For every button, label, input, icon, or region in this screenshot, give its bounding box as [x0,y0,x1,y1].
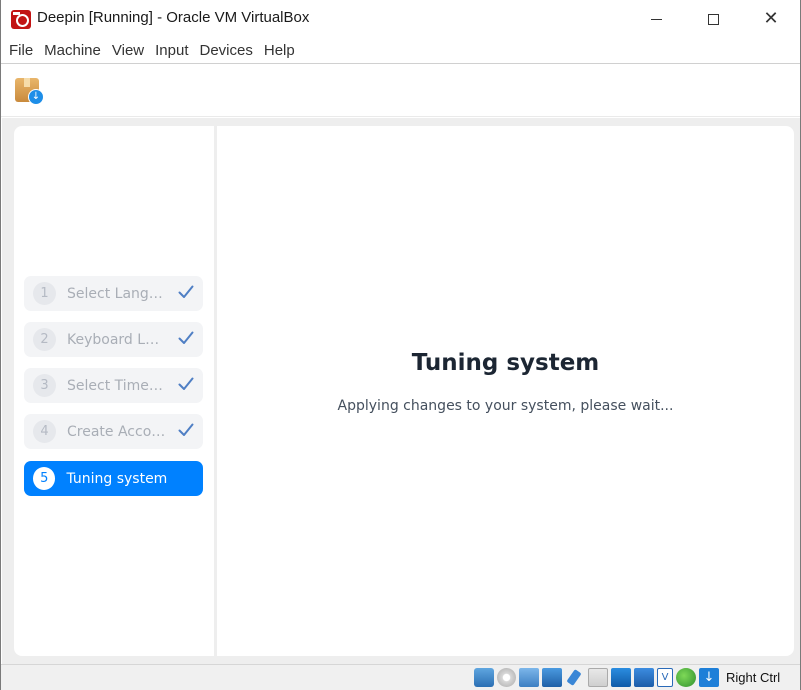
virtualbox-window: Deepin [Running] - Oracle VM VirtualBox … [0,0,801,690]
menu-view[interactable]: View [107,42,149,59]
optical-drive-icon[interactable] [497,668,516,687]
step-tuning-system: 5 Tuning system [24,461,203,496]
network-icon[interactable] [542,668,562,687]
step-create-accounts: 4 Create Accounts [24,414,203,449]
device-indicators: V ↓ Right Ctrl [474,668,780,687]
installer-steps-sidebar: 1 Select Language 2 Keyboard Layout 3 Se… [14,126,214,656]
status-bar: V ↓ Right Ctrl [1,664,800,690]
shared-folders-icon[interactable] [588,668,608,687]
menu-devices[interactable]: Devices [195,42,258,59]
display-icon[interactable] [611,668,631,687]
vm-display[interactable]: 1 Select Language 2 Keyboard Layout 3 Se… [2,118,800,664]
toolbar: ↓ [1,65,800,117]
host-key-label: Right Ctrl [726,670,781,685]
menu-input[interactable]: Input [150,42,193,59]
step-number: 1 [33,282,56,305]
step-keyboard-layout: 2 Keyboard Layout [24,322,203,357]
checkmark-icon [178,285,194,298]
deepin-app-icon [11,10,31,29]
maximize-icon [707,13,719,25]
checkmark-icon [178,377,194,390]
close-button[interactable]: ✕ [748,0,794,38]
installer-main-panel: Tuning system Applying changes to your s… [217,126,794,656]
audio-icon[interactable] [519,668,539,687]
vt-x-icon[interactable]: V [657,668,673,687]
download-arrow-icon: ↓ [28,89,44,105]
step-number: 4 [33,420,56,443]
menu-help[interactable]: Help [259,42,300,59]
close-icon: ✕ [763,8,779,29]
menu-machine[interactable]: Machine [39,42,106,59]
minimize-icon [650,18,662,20]
hard-disk-icon[interactable] [474,668,494,687]
recording-icon[interactable] [634,668,654,687]
step-select-timezone: 3 Select Timezone [24,368,203,403]
step-label: Tuning system [66,470,168,487]
step-label: Keyboard Layout [67,331,167,348]
step-select-language: 1 Select Language [24,276,203,311]
minimize-button[interactable] [633,0,679,38]
window-title: Deepin [Running] - Oracle VM VirtualBox [37,9,310,26]
download-icon[interactable]: ↓ [699,668,719,687]
step-number: 2 [33,328,56,351]
menu-bar: File Machine View Input Devices Help [1,38,800,64]
step-number: 5 [33,467,56,490]
page-title: Tuning system [411,350,600,376]
checkmark-icon [178,423,194,436]
step-label: Select Language [67,285,167,302]
maximize-button[interactable] [690,0,736,38]
title-bar[interactable]: Deepin [Running] - Oracle VM VirtualBox … [1,0,800,38]
step-label: Create Accounts [67,423,167,440]
step-number: 3 [33,374,56,397]
installer-package-icon[interactable]: ↓ [13,76,45,106]
status-message: Applying changes to your system, please … [337,398,674,414]
checkmark-icon [178,331,194,344]
step-label: Select Timezone [67,377,167,394]
menu-file[interactable]: File [4,42,38,59]
usb-icon[interactable] [565,668,585,687]
mouse-integration-icon[interactable] [676,668,696,687]
